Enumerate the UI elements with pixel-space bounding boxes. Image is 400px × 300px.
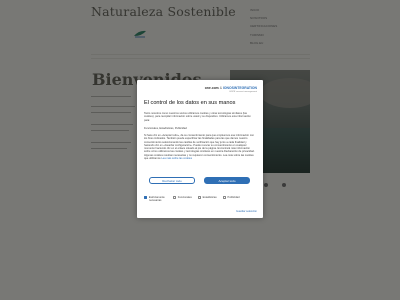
save-selection-link[interactable]: Guardar selección	[236, 210, 257, 213]
brand-partner: IONOSINTEGRATION	[222, 86, 257, 90]
consent-brand: one.com&IONOSINTEGRATION GDPR consent ma…	[205, 86, 257, 93]
checkbox-functional[interactable]	[172, 196, 177, 200]
pref-advertising[interactable]: Publicidad	[222, 196, 240, 200]
pref-label: Estrictamente necesarias	[148, 196, 165, 202]
pref-statistics[interactable]: Estadísticas	[197, 196, 217, 200]
checkbox-necessary[interactable]	[144, 196, 148, 200]
consent-preferences: Estrictamente necesarias Funcionales Est…	[144, 196, 256, 208]
consent-intro-text: Tanto nosotros como nuestros socios util…	[144, 112, 251, 122]
pref-necessary[interactable]: Estrictamente necesarias	[144, 196, 167, 202]
pref-functional[interactable]: Funcionales	[172, 196, 192, 200]
brand-tagline: GDPR consent management	[229, 90, 257, 93]
consent-purposes: Funcionales, Estadísticas, Publicidad	[144, 127, 187, 130]
reject-all-button[interactable]: Rechazar todo	[149, 177, 195, 184]
cookies-info-link[interactable]: Lea más sobre las cookies	[161, 157, 192, 160]
consent-title: El control de los datos en sus manos	[144, 100, 236, 106]
brand-name: one.com	[204, 86, 219, 90]
pref-label: Publicidad	[227, 196, 240, 199]
brand-separator: &	[219, 86, 222, 90]
cookie-consent-dialog: one.com&IONOSINTEGRATION GDPR consent ma…	[137, 80, 263, 218]
consent-details-text: Si hace clic en «Aceptar todo», da su co…	[144, 134, 256, 160]
checkbox-statistics[interactable]	[197, 196, 202, 200]
pref-label: Estadísticas	[202, 196, 217, 199]
pref-label: Funcionales	[177, 196, 192, 199]
accept-all-button[interactable]: Aceptar todo	[204, 177, 250, 184]
checkbox-advertising[interactable]	[222, 196, 227, 200]
